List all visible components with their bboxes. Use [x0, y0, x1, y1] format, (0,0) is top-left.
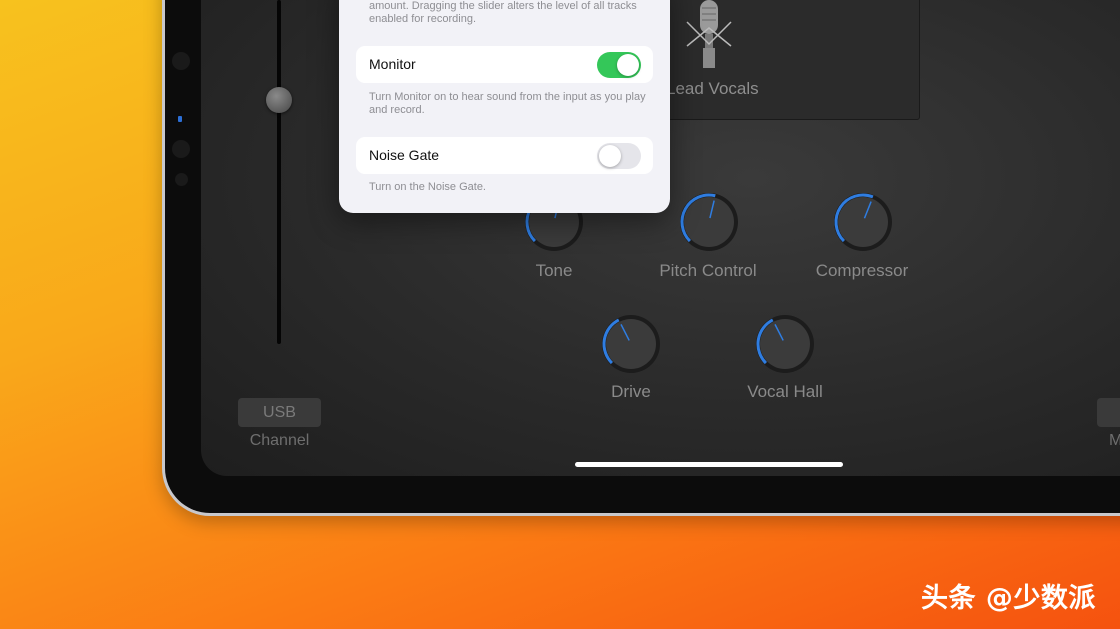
toggle-thumb [617, 54, 639, 76]
noise-gate-toggle[interactable] [597, 143, 641, 169]
compressor-label: Compressor [815, 261, 909, 280]
pitch-control-label: Pitch Control [659, 261, 757, 280]
monitor-label: Monitor [369, 56, 416, 72]
knob-face [684, 197, 734, 247]
monitor-toggle[interactable] [597, 52, 641, 78]
sensor-dot-small [175, 173, 188, 186]
bezel-indicator [178, 116, 182, 122]
drive-label: Drive [611, 382, 651, 401]
tone-label: Tone [535, 261, 573, 280]
knob-face [838, 197, 888, 247]
right-edge-label: M [1109, 432, 1120, 449]
monitor-row[interactable]: Monitor [356, 46, 653, 83]
vocal-hall-label: Vocal Hall [747, 382, 823, 401]
camera-dot [172, 52, 190, 70]
pitch-control-knob[interactable] [677, 190, 741, 254]
input-level-description: amount. Dragging the slider alters the l… [369, 0, 637, 25]
toggle-thumb [599, 145, 621, 167]
knob-face [760, 319, 810, 369]
vocal-hall-knob[interactable] [753, 312, 817, 376]
noise-gate-description: Turn on the Noise Gate. [369, 181, 486, 193]
instrument-name: Lead Vocals [666, 79, 759, 98]
watermark: 头条 @少数派 [921, 583, 1096, 614]
monitor-description: Turn Monitor on to hear sound from the i… [369, 91, 646, 116]
compressor-knob[interactable] [831, 190, 895, 254]
noise-gate-label: Noise Gate [369, 147, 440, 163]
microphone-icon [686, 0, 732, 68]
home-indicator[interactable] [575, 462, 843, 467]
channel-label: Channel [249, 432, 310, 449]
noise-gate-row[interactable]: Noise Gate [356, 137, 653, 174]
usb-input-button[interactable]: USB [238, 398, 321, 427]
sensor-dot [172, 140, 190, 158]
volume-fader-knob[interactable] [266, 87, 292, 113]
drive-knob[interactable] [599, 312, 663, 376]
knob-face [606, 319, 656, 369]
volume-fader-track[interactable] [277, 0, 281, 344]
right-edge-button[interactable] [1097, 398, 1120, 427]
